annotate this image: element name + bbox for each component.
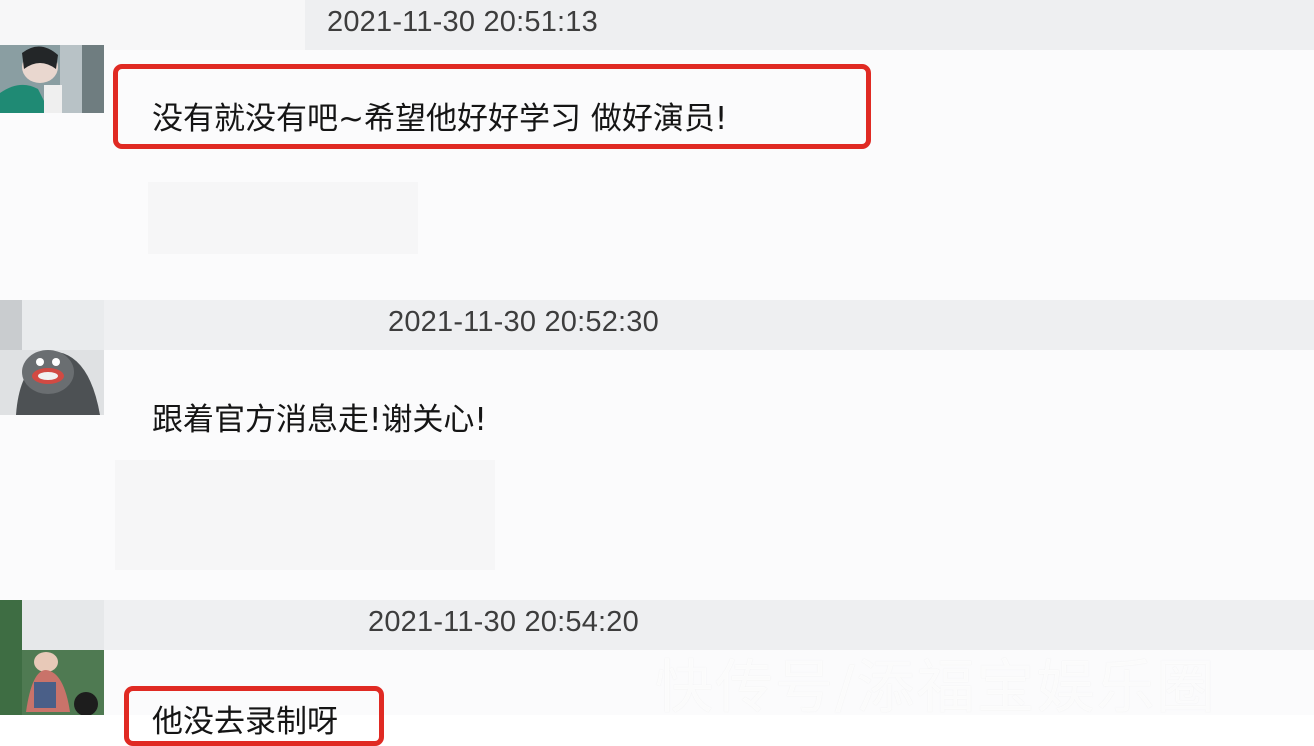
message-text: 他没去录制呀	[152, 704, 338, 740]
chat-message-1: 2021-11-30 20:51:13 没有就没有吧~希望他好好学习 做好演员!	[0, 0, 1314, 300]
user-avatar-3[interactable]	[0, 600, 104, 715]
timestamp-bar: 2021-11-30 20:51:13	[305, 0, 1314, 50]
message-text: 没有就没有吧~希望他好好学习 做好演员!	[152, 101, 728, 137]
message-timestamp: 2021-11-30 20:52:30	[388, 306, 659, 338]
message-faint-area	[148, 182, 418, 254]
chat-message-2: 2021-11-30 20:52:30 跟着官方消息走!谢关心!	[0, 300, 1314, 600]
message-faint-area	[115, 460, 495, 570]
message-timestamp: 2021-11-30 20:54:20	[368, 606, 639, 638]
user-avatar-1[interactable]	[0, 45, 104, 113]
message-timestamp: 2021-11-30 20:51:13	[327, 6, 598, 38]
timestamp-bar-left	[0, 0, 305, 50]
timestamp-bar: 2021-11-30 20:52:30	[350, 300, 1314, 350]
user-avatar-2[interactable]	[0, 300, 104, 415]
watermark: 快传号/添福宝娱乐圈	[655, 653, 1217, 721]
message-text: 跟着官方消息走!谢关心!	[152, 402, 487, 438]
